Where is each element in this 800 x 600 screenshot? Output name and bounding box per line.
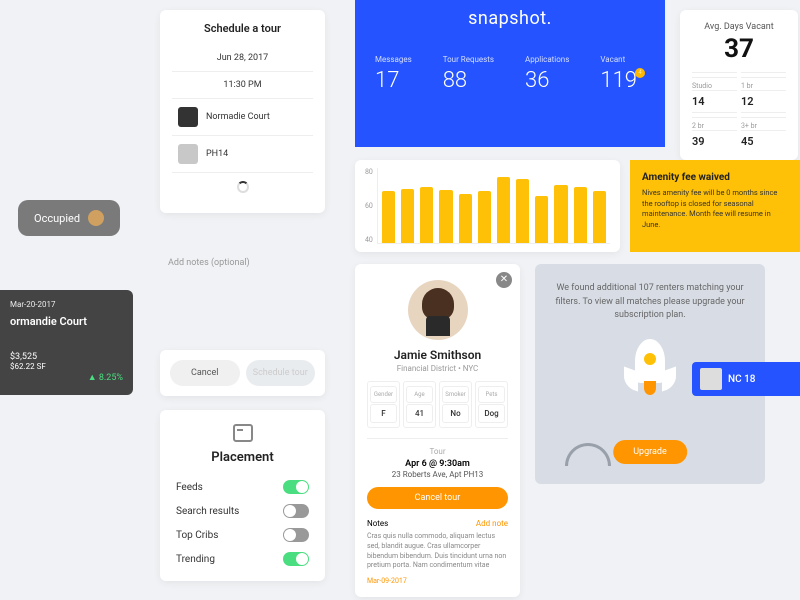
tour-label: Tour — [367, 447, 508, 456]
vacant-cell: Studio14 — [692, 72, 737, 108]
property-price: $3,525 — [10, 352, 123, 362]
chart-bar — [516, 179, 529, 243]
notes-date: Mar-09-2017 — [367, 577, 508, 585]
placement-row: Trending — [176, 547, 309, 571]
property-sqft: $62.22 SF — [10, 362, 123, 371]
placement-row: Top Cribs — [176, 523, 309, 547]
placement-item-label: Feeds — [176, 482, 203, 493]
stat-badge: 4 — [635, 68, 645, 78]
upgrade-button[interactable]: Upgrade — [613, 440, 687, 464]
schedule-notes-area[interactable]: Add notes (optional) — [160, 250, 325, 276]
chart-bar — [478, 191, 491, 243]
chart-bar — [593, 191, 606, 243]
chart-bar — [459, 194, 472, 243]
profile-card: ✕ Jamie Smithson Financial District • NY… — [355, 264, 520, 597]
gauge-icon — [565, 443, 611, 466]
amenity-body: Nives amenity fee will be 0 months since… — [642, 188, 788, 230]
property-thumb-icon — [178, 107, 198, 127]
vacant-cell: 2 br39 — [692, 112, 737, 148]
profile-name: Jamie Smithson — [367, 348, 508, 362]
schedule-date-row[interactable]: Jun 28, 2017 — [172, 45, 313, 72]
toggle[interactable] — [283, 528, 309, 542]
unit-thumb-icon — [178, 144, 198, 164]
snapshot-panel: snapshot. Messages17 Tour Requests88 Appli… — [355, 0, 665, 147]
vacant-cell: 1 br12 — [741, 72, 786, 108]
nc18-label: NC 18 — [728, 374, 755, 385]
schedule-title: Schedule a tour — [172, 22, 313, 35]
snapshot-stat: Tour Requests88 — [443, 55, 494, 93]
placement-card: Placement Feeds Search results Top Cribs Tr… — [160, 410, 325, 581]
cancel-tour-button[interactable]: Cancel tour — [367, 487, 508, 509]
notes-body: Cras quis nulla commodo, aliquam lectus … — [367, 532, 508, 571]
occupied-avatar-icon — [88, 210, 104, 226]
profile-location: Financial District • NYC — [367, 364, 508, 373]
property-tile[interactable]: Mar-20-2017 ormandie Court $3,525 $62.22… — [0, 290, 133, 395]
toggle[interactable] — [283, 504, 309, 518]
avatar — [408, 280, 468, 340]
snapshot-title: snapshot. — [375, 8, 645, 29]
close-icon[interactable]: ✕ — [496, 272, 512, 288]
chart-bar — [535, 196, 548, 243]
rocket-icon — [620, 339, 680, 409]
chart-bar — [382, 191, 395, 243]
amenity-title: Amenity fee waived — [642, 172, 788, 183]
property-name: ormandie Court — [10, 315, 123, 328]
property-change: ▲ 8.25% — [88, 372, 123, 383]
placement-title: Placement — [176, 450, 309, 465]
profile-attr: PetsDog — [475, 381, 508, 428]
schedule-unit-row[interactable]: PH14 — [172, 136, 313, 173]
tour-address: 23 Roberts Ave, Apt PH13 — [367, 470, 508, 479]
chart-bar — [554, 185, 567, 243]
profile-attr: GenderF — [367, 381, 400, 428]
schedule-time-row[interactable]: 11:30 PM — [172, 72, 313, 99]
amenity-notice: Amenity fee waived Nives amenity fee wil… — [630, 160, 800, 252]
vacant-cell: 3+ br45 — [741, 112, 786, 148]
snapshot-stat: Messages17 — [375, 55, 412, 93]
placement-item-label: Search results — [176, 506, 239, 517]
schedule-property-row[interactable]: Normadie Court — [172, 99, 313, 136]
chart-bar — [574, 187, 587, 243]
notes-placeholder: Add notes (optional) — [168, 258, 317, 268]
chart-bar — [401, 189, 414, 243]
placement-item-label: Top Cribs — [176, 530, 218, 541]
nc18-thumb-icon — [700, 368, 722, 390]
profile-attr: SmokerNo — [439, 381, 472, 428]
occupied-pill: Occupied — [18, 200, 120, 236]
schedule-tour-card: Schedule a tour Jun 28, 2017 11:30 PM No… — [160, 10, 325, 213]
toggle[interactable] — [283, 480, 309, 494]
property-date: Mar-20-2017 — [10, 300, 123, 309]
chart-bar — [439, 190, 452, 243]
schedule-button-row: Cancel Schedule tour — [160, 350, 325, 396]
cancel-button[interactable]: Cancel — [170, 360, 240, 386]
bar-chart: 806040 — [355, 160, 620, 252]
chart-bar — [420, 187, 433, 243]
placement-row: Search results — [176, 499, 309, 523]
avg-days-vacant-card: Avg. Days Vacant 37 Studio141 br122 br39… — [680, 10, 798, 160]
occupied-label: Occupied — [34, 212, 80, 225]
placement-row: Feeds — [176, 475, 309, 499]
vacant-value: 37 — [692, 34, 786, 64]
profile-attr: Age41 — [403, 381, 436, 428]
upgrade-text: We found additional 107 renters matching… — [551, 282, 749, 323]
tour-when: Apr 6 @ 9:30am — [367, 459, 508, 469]
chart-bar — [497, 177, 510, 243]
profile-tour-section: Tour Apr 6 @ 9:30am 23 Roberts Ave, Apt … — [367, 438, 508, 509]
placement-icon — [233, 424, 253, 442]
placement-item-label: Trending — [176, 554, 215, 565]
nc18-chip[interactable]: NC 18 — [692, 362, 800, 396]
schedule-submit-button[interactable]: Schedule tour — [246, 360, 316, 386]
loading-spinner-icon — [237, 181, 249, 193]
toggle[interactable] — [283, 552, 309, 566]
snapshot-stat: Applications36 — [525, 55, 569, 93]
add-note-link[interactable]: Add note — [476, 519, 508, 528]
vacant-label: Avg. Days Vacant — [692, 22, 786, 32]
snapshot-stat: Vacant1194 — [600, 55, 645, 93]
notes-label: Notes — [367, 519, 388, 528]
